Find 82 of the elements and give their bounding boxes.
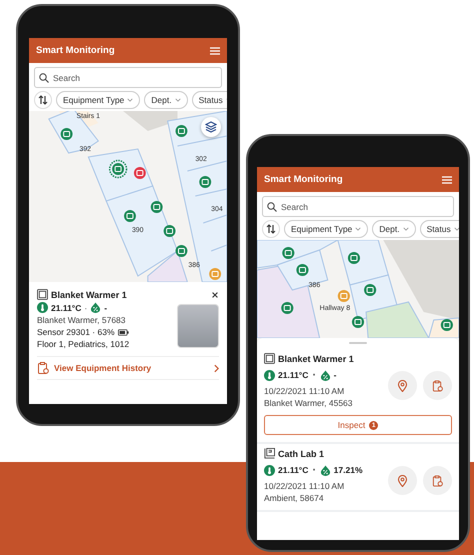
filter-chip[interactable]: Status — [192, 91, 227, 109]
equipment-marker[interactable] — [282, 247, 294, 259]
equipment-marker[interactable] — [281, 302, 294, 314]
clipboard-icon — [37, 362, 49, 374]
history-button[interactable] — [423, 466, 452, 495]
humidity-icon — [320, 464, 331, 476]
equipment-marker[interactable] — [209, 268, 222, 280]
humidity-icon — [320, 370, 331, 380]
locate-button[interactable] — [388, 371, 417, 400]
equipment-marker[interactable] — [124, 210, 136, 222]
locate-button[interactable] — [388, 466, 417, 495]
equipment-marker[interactable] — [348, 252, 360, 264]
equipment-name: Blanket Warmer 1 — [278, 354, 354, 364]
equipment-marker[interactable] — [150, 201, 163, 213]
equipment-icon — [264, 353, 275, 364]
equipment-marker[interactable] — [296, 264, 308, 276]
filter-chip[interactable]: Dept. — [372, 220, 416, 238]
chevron-down-icon — [454, 227, 459, 231]
sort-button[interactable] — [262, 220, 280, 238]
humidity-reading: 17.21% — [334, 465, 363, 475]
sort-arrows-icon — [266, 224, 276, 234]
photo-placeholder — [177, 304, 219, 348]
timestamp: 10/22/2021 11:10 AM — [264, 481, 346, 491]
equipment-marker[interactable] — [199, 176, 212, 188]
app-title: Smart Monitoring — [264, 174, 343, 185]
equipment-marker[interactable] — [176, 125, 188, 137]
chevron-right-icon — [214, 364, 219, 372]
equipment-history-link[interactable]: View Equipment History — [37, 356, 219, 380]
drag-handle[interactable] — [349, 342, 367, 344]
equipment-marker[interactable] — [134, 167, 146, 179]
filter-chip[interactable]: Status — [420, 220, 459, 238]
thermometer-icon — [264, 464, 275, 476]
equipment-icon — [37, 289, 48, 300]
equipment-marker[interactable] — [108, 160, 128, 178]
chevron-down-icon — [355, 227, 362, 231]
equipment-marker[interactable] — [164, 225, 176, 237]
sort-arrows-icon — [38, 95, 48, 105]
equipment-marker[interactable] — [440, 319, 453, 331]
layers-icon — [205, 121, 217, 133]
equipment-description: Ambient, 58674 — [264, 493, 325, 503]
equipment-marker[interactable] — [176, 245, 188, 257]
history-button[interactable] — [423, 371, 452, 400]
temperature-reading: 21.11°C — [51, 302, 82, 312]
filter-chip[interactable]: Equipment Type — [284, 220, 368, 238]
humidity-reading: - — [104, 302, 108, 312]
equipment-marker[interactable] — [338, 290, 350, 302]
humidity-icon — [90, 302, 102, 313]
clipboard-icon — [432, 380, 443, 392]
separator-dot: · — [84, 302, 88, 312]
filter-chip[interactable]: Dept. — [144, 91, 188, 109]
equipment-name: Cath Lab 1 — [278, 448, 324, 458]
temperature-reading: 21.11°C — [278, 370, 308, 380]
equipment-marker[interactable] — [60, 128, 73, 140]
chevron-down-icon — [174, 98, 181, 102]
equipment-marker[interactable] — [352, 316, 364, 328]
battery-icon — [118, 328, 128, 336]
thermometer-icon — [264, 370, 275, 380]
clipboard-icon — [432, 474, 443, 486]
separator-dot: · — [311, 366, 317, 384]
humidity-reading: - — [334, 370, 337, 380]
thermometer-icon — [37, 302, 48, 313]
sort-button[interactable] — [34, 91, 52, 109]
menu-icon[interactable] — [442, 176, 452, 184]
equipment-name: Blanket Warmer 1 — [51, 290, 127, 300]
search-field[interactable]: Search — [262, 196, 454, 217]
sensor-info: Sensor 29301 · 63% — [37, 327, 114, 337]
close-icon[interactable] — [211, 290, 219, 298]
equipment-marker[interactable] — [364, 284, 376, 296]
timestamp: 10/22/2021 11:10 AM — [264, 386, 346, 396]
app-title: Smart Monitoring — [36, 45, 115, 56]
chevron-down-icon — [402, 227, 409, 231]
filter-chip[interactable]: Equipment Type — [56, 91, 140, 109]
location-pin-icon — [397, 474, 408, 486]
separator-dot: · — [311, 461, 317, 479]
chevron-down-icon — [127, 98, 134, 102]
menu-icon[interactable] — [210, 46, 220, 54]
location-pin-icon — [397, 380, 408, 392]
equipment-description: Blanket Warmer, 45563 — [264, 398, 354, 408]
equipment-description: Blanket Warmer, 57683 — [37, 315, 127, 325]
search-field[interactable]: Search — [34, 67, 222, 88]
location-text: Floor 1, Pediatrics, 1012 — [37, 339, 130, 349]
temperature-reading: 21.11°C — [278, 465, 308, 475]
